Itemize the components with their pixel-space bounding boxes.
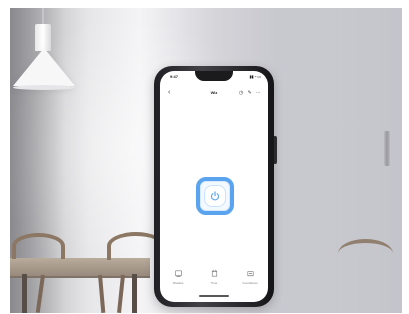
back-arrow-icon[interactable]: ‹ [168, 89, 170, 97]
time-icon [211, 269, 217, 277]
smartphone-mockup: 9:47 ▮▮ ◔ ▭ ‹ Wiz ◷ ✎ ⋯ Shadow Time Coun… [154, 66, 277, 307]
left-chair-back [12, 233, 65, 259]
status-indicators: ▮▮ ◔ ▭ [249, 74, 261, 79]
wall-switch [384, 131, 390, 166]
phone-notch [195, 71, 233, 81]
chair-leg [98, 274, 106, 313]
countdown-nav-label: Countdown [242, 281, 258, 285]
table-leg [22, 274, 27, 313]
shadow-nav-item[interactable]: Shadow [164, 269, 192, 293]
timer-icon[interactable]: ◷ [239, 90, 243, 96]
right-chair-back [338, 239, 393, 268]
pendant-lamp-neck [35, 24, 51, 51]
device-title: Wiz [210, 90, 218, 95]
more-icon[interactable]: ⋯ [256, 90, 261, 96]
phone-side-button [274, 136, 277, 164]
table-leg [132, 274, 137, 313]
power-button-inner [204, 185, 226, 207]
dining-table [10, 258, 150, 278]
power-icon [210, 191, 220, 201]
power-toggle-button[interactable] [196, 177, 234, 215]
edit-icon[interactable]: ✎ [248, 90, 252, 96]
shadow-icon [174, 270, 182, 277]
chair-leg [117, 274, 125, 313]
app-header: ‹ Wiz ◷ ✎ ⋯ [160, 87, 268, 102]
home-indicator [199, 295, 229, 297]
status-time: 9:47 [170, 74, 179, 79]
countdown-nav-item[interactable]: Countdown [236, 269, 264, 293]
pendant-lamp-bottom [13, 85, 75, 90]
bottom-navigation: Shadow Time Countdown [160, 267, 268, 297]
header-actions: ◷ ✎ ⋯ [239, 89, 261, 97]
product-scene: 9:47 ▮▮ ◔ ▭ ‹ Wiz ◷ ✎ ⋯ Shadow Time Coun… [0, 0, 409, 314]
countdown-icon [246, 271, 254, 277]
shadow-nav-label: Shadow [172, 281, 184, 285]
app-screen: 9:47 ▮▮ ◔ ▭ ‹ Wiz ◷ ✎ ⋯ Shadow Time Coun… [160, 71, 268, 302]
time-nav-item[interactable]: Time [200, 269, 228, 293]
time-nav-label: Time [210, 281, 218, 285]
pendant-lamp-shade [13, 48, 75, 86]
